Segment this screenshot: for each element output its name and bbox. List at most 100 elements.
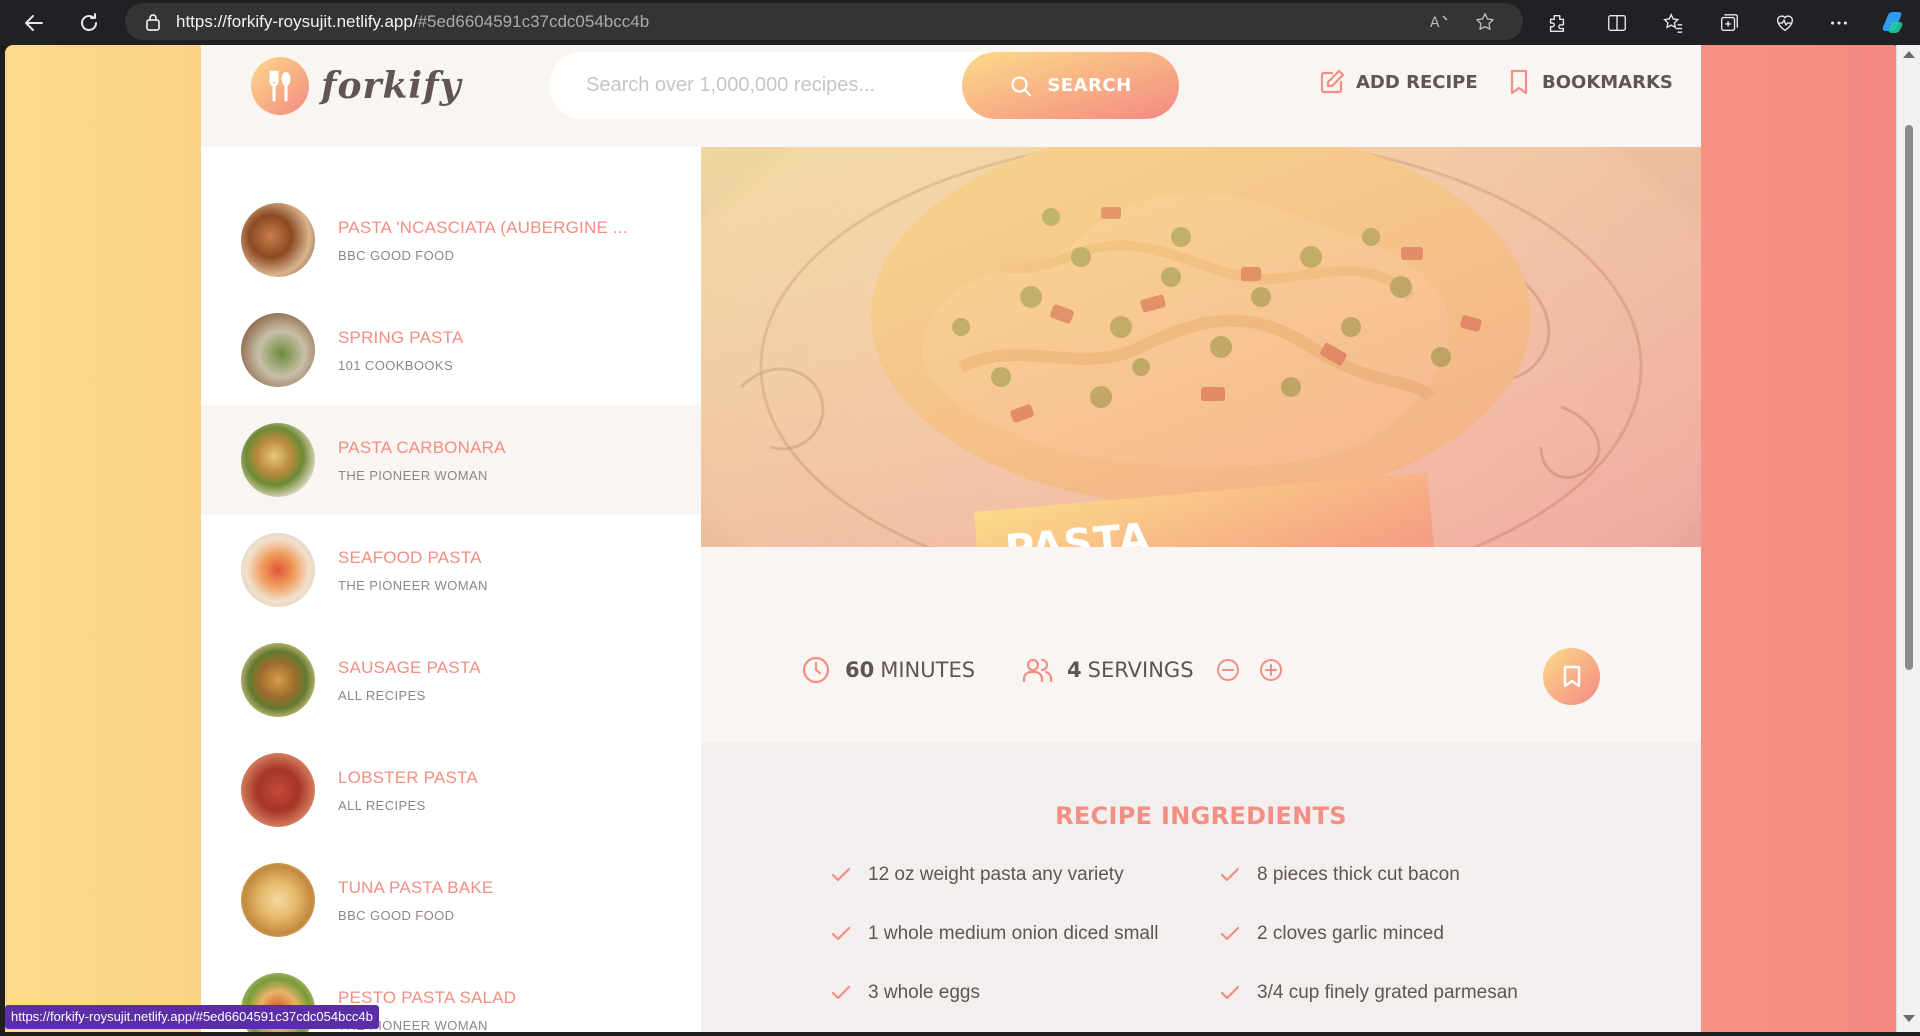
- result-title: SEAFOOD PASTA: [338, 548, 482, 567]
- page-scrollbar[interactable]: [1896, 45, 1920, 1032]
- ingredient-text: 12 oz weight pasta any variety: [868, 864, 1124, 885]
- servings-value: 4: [1067, 658, 1082, 682]
- result-title: TUNA PASTA BAKE: [338, 878, 494, 897]
- reload-icon: [81, 13, 97, 31]
- app-header: forkify SEARCH ADD RECIPE BOOKMARKS: [201, 45, 1701, 147]
- minus-circle-icon: [1216, 659, 1239, 681]
- minutes-label: MINUTES: [880, 658, 976, 682]
- forkify-app: forkify SEARCH ADD RECIPE BOOKMARKS: [201, 45, 1701, 1032]
- result-item[interactable]: SAUSAGE PASTA ALL RECIPES: [201, 625, 701, 735]
- back-arrow-icon: [25, 15, 43, 31]
- url-hash: #5ed6604591c37cdc054bcc4b: [417, 11, 650, 31]
- plus-circle-icon: [1259, 659, 1282, 681]
- recipe-thumbnail: [241, 643, 315, 717]
- check-icon: [1220, 985, 1240, 1000]
- recipe-thumbnail: [241, 203, 315, 277]
- recipe-thumbnail: [241, 533, 315, 607]
- back-button[interactable]: [17, 6, 51, 40]
- recipe-thumbnail: [241, 753, 315, 827]
- increase-servings-button[interactable]: [1259, 658, 1297, 682]
- cooking-time: 60 MINUTES: [801, 655, 975, 685]
- page-viewport: forkify SEARCH ADD RECIPE BOOKMARKS: [5, 45, 1901, 1032]
- link-status-bar: https://forkify-roysujit.netlify.app/#5e…: [5, 1005, 379, 1029]
- recipe-thumbnail: [241, 423, 315, 497]
- ingredient-text: 2 cloves garlic minced: [1257, 923, 1444, 944]
- result-publisher: 101 COOKBOOKS: [338, 358, 454, 373]
- check-icon: [831, 867, 851, 882]
- ingredient-text: 1 whole medium onion diced small: [868, 923, 1159, 944]
- url-host: https://forkify-roysujit.netlify.app/: [176, 11, 418, 31]
- search-button-label: SEARCH: [1047, 75, 1132, 96]
- servings: 4 SERVINGS: [1021, 655, 1297, 685]
- health-heart-icon[interactable]: [1768, 6, 1802, 40]
- recipe-thumbnail: [241, 863, 315, 937]
- search-input[interactable]: [586, 74, 946, 97]
- svg-text:A: A: [1430, 15, 1440, 31]
- result-item[interactable]: PASTA 'NCASCIATA (AUBERGINE ... BBC GOOD…: [201, 185, 701, 295]
- split-screen-icon[interactable]: [1600, 6, 1634, 40]
- result-publisher: ALL RECIPES: [338, 798, 426, 813]
- extensions-icon[interactable]: [1540, 6, 1574, 40]
- check-icon: [1220, 867, 1240, 882]
- result-title: SPRING PASTA: [338, 328, 464, 347]
- reload-button[interactable]: [72, 6, 106, 40]
- logo[interactable]: forkify: [251, 57, 462, 115]
- recipe-details: 60 MINUTES 4 SERVINGS: [701, 547, 1701, 742]
- ingredient-item: 3 whole eggs: [831, 982, 980, 1004]
- clock-icon: [802, 656, 830, 684]
- recipe-view: PASTA CARBONARA 60 MINUTES 4 SERVINGS: [701, 147, 1701, 1032]
- favorites-icon[interactable]: [1656, 6, 1690, 40]
- copilot-icon[interactable]: [1876, 6, 1910, 40]
- ingredient-item: 12 oz weight pasta any variety: [831, 864, 1124, 886]
- result-title: LOBSTER PASTA: [338, 768, 478, 787]
- address-bar[interactable]: https://forkify-roysujit.netlify.app/#5e…: [125, 3, 1523, 40]
- browser-toolbar: https://forkify-roysujit.netlify.app/#5e…: [0, 0, 1920, 45]
- result-publisher: ALL RECIPES: [338, 688, 426, 703]
- ingredient-item: 2 cloves garlic minced: [1220, 923, 1444, 945]
- ingredient-item: 3/4 cup finely grated parmesan: [1220, 982, 1518, 1004]
- fork-spoon-icon: [251, 57, 309, 115]
- bookmark-icon: [1510, 69, 1528, 95]
- recipe-image: [701, 147, 1701, 547]
- result-title: PASTA 'NCASCIATA (AUBERGINE ...: [338, 218, 628, 237]
- bookmark-icon: [1563, 665, 1580, 687]
- search-results: PASTA 'NCASCIATA (AUBERGINE ... BBC GOOD…: [201, 147, 701, 1032]
- result-item[interactable]: TUNA PASTA BAKE BBC GOOD FOOD: [201, 845, 701, 955]
- bookmarks-button[interactable]: BOOKMARKS: [1506, 68, 1673, 96]
- servings-label: SERVINGS: [1087, 658, 1194, 682]
- search-icon: [1011, 75, 1032, 96]
- bookmark-recipe-button[interactable]: [1543, 648, 1600, 705]
- users-icon: [1022, 658, 1053, 683]
- recipe-ingredients: RECIPE INGREDIENTS 12 oz weight pasta an…: [701, 742, 1701, 1032]
- read-aloud-icon[interactable]: A: [1427, 9, 1453, 35]
- check-icon: [1220, 926, 1240, 941]
- ingredient-item: 1 whole medium onion diced small: [831, 923, 1158, 945]
- minutes-value: 60: [845, 658, 875, 682]
- result-item[interactable]: LOBSTER PASTA ALL RECIPES: [201, 735, 701, 845]
- ingredients-heading: RECIPE INGREDIENTS: [1055, 802, 1347, 830]
- result-publisher: THE PIONEER WOMAN: [338, 578, 488, 593]
- more-options-icon[interactable]: [1822, 6, 1856, 40]
- recipe-thumbnail: [241, 313, 315, 387]
- result-item[interactable]: SPRING PASTA 101 COOKBOOKS: [201, 295, 701, 405]
- favorite-star-icon[interactable]: [1472, 9, 1498, 35]
- ingredient-text: 3 whole eggs: [868, 982, 980, 1003]
- ingredient-text: 8 pieces thick cut bacon: [1257, 864, 1460, 885]
- scroll-up-icon[interactable]: [1903, 51, 1915, 58]
- result-title: SAUSAGE PASTA: [338, 658, 481, 677]
- result-publisher: BBC GOOD FOOD: [338, 248, 455, 263]
- result-item[interactable]: SEAFOOD PASTA THE PIONEER WOMAN: [201, 515, 701, 625]
- result-title: PASTA CARBONARA: [338, 438, 506, 457]
- collections-icon[interactable]: [1712, 6, 1746, 40]
- result-publisher: BBC GOOD FOOD: [338, 908, 455, 923]
- lock-icon: [145, 13, 161, 31]
- search-button[interactable]: SEARCH: [962, 52, 1179, 119]
- decrease-servings-button[interactable]: [1216, 658, 1254, 682]
- result-item[interactable]: PASTA CARBONARA THE PIONEER WOMAN: [201, 405, 701, 515]
- add-recipe-label: ADD RECIPE: [1356, 71, 1478, 93]
- scrollbar-thumb[interactable]: [1905, 125, 1913, 670]
- search-form: SEARCH: [549, 52, 1179, 119]
- check-icon: [831, 926, 851, 941]
- scroll-down-icon[interactable]: [1903, 1015, 1915, 1022]
- add-recipe-button[interactable]: ADD RECIPE: [1318, 68, 1478, 96]
